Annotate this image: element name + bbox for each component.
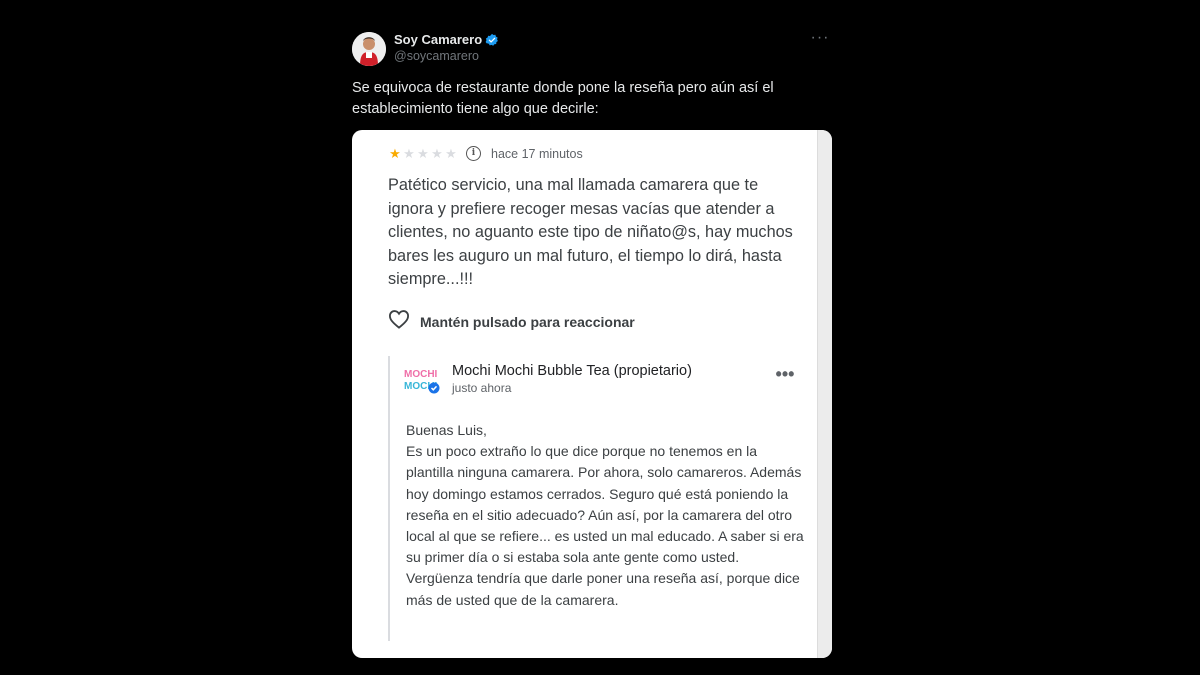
reply-divider (388, 356, 390, 641)
heart-icon (388, 309, 410, 334)
owner-reply-text: Buenas Luis, Es un poco extraño lo que d… (406, 420, 806, 611)
author-handle[interactable]: @soycamarero (394, 49, 499, 63)
owner-logo: MOCHI MOCHI (403, 365, 441, 395)
rating-stars: ★ ★ ★ ★ ★ (388, 145, 458, 161)
tweet-image[interactable]: ★ ★ ★ ★ ★ i hace 17 minutos Patético servici… (352, 130, 832, 658)
review-text: Patético servicio, una mal llamada camar… (388, 176, 793, 288)
star-empty-icon: ★ (445, 145, 457, 161)
tweet-text: Se equivoca de restaurante donde pone la… (352, 80, 774, 117)
star-filled-icon: ★ (389, 145, 401, 161)
info-icon[interactable]: i (466, 146, 481, 161)
image-right-edge (817, 130, 832, 658)
review-meta: ★ ★ ★ ★ ★ i hace 17 minutos (388, 146, 583, 161)
react-label: Mantén pulsado para reaccionar (420, 313, 635, 330)
review-time: hace 17 minutos (491, 146, 583, 161)
owner-more-icon[interactable]: ••• (774, 365, 796, 383)
author-avatar[interactable] (352, 32, 386, 66)
more-options-icon[interactable]: ··· (808, 30, 832, 50)
owner-reply-body: Es un poco extraño lo que dice porque no… (406, 443, 804, 608)
owner-name: Mochi Mochi Bubble Tea (propietario) (452, 363, 692, 379)
svg-text:MOCHI: MOCHI (404, 369, 438, 380)
author-display-name[interactable]: Soy Camarero (394, 32, 482, 47)
star-empty-icon: ★ (417, 145, 429, 161)
owner-reply-time: justo ahora (452, 381, 512, 395)
verified-badge-icon (485, 33, 499, 47)
react-button[interactable]: Mantén pulsado para reaccionar (388, 309, 635, 334)
author-info: Soy Camarero @soycamarero (394, 32, 499, 63)
star-empty-icon: ★ (431, 145, 443, 161)
star-empty-icon: ★ (403, 145, 415, 161)
owner-reply-greeting: Buenas Luis, (406, 422, 487, 438)
